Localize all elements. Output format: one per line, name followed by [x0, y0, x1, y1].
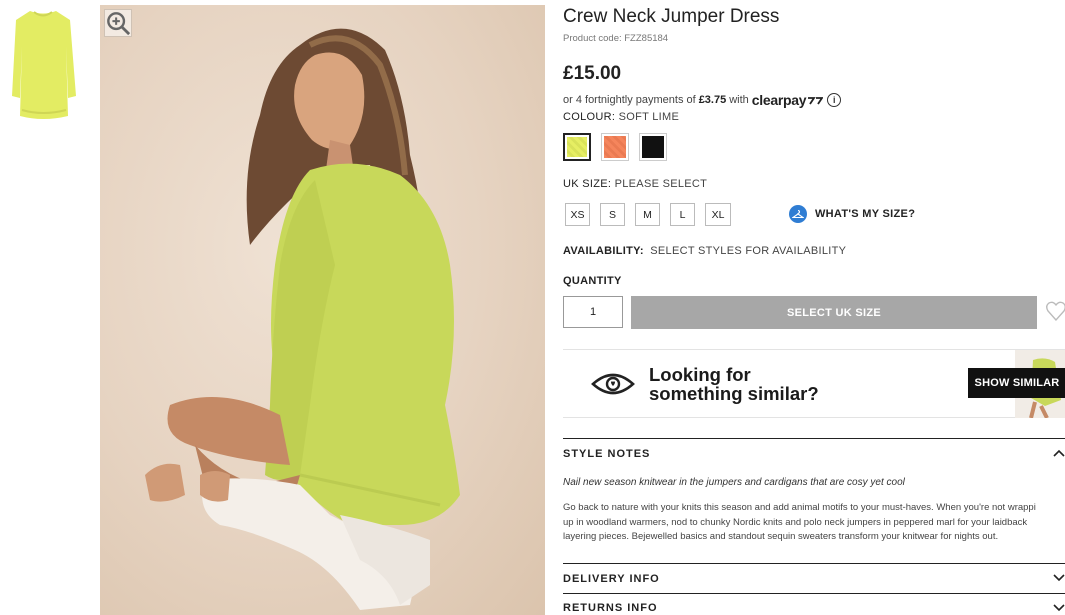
clearpay-with: with	[729, 94, 749, 106]
quantity-input[interactable]: 1	[563, 296, 623, 328]
size-option-m[interactable]: M	[635, 203, 660, 226]
availability-value: SELECT STYLES FOR AVAILABILITY	[650, 245, 847, 257]
colour-swatches	[563, 133, 667, 161]
swatch-black[interactable]	[639, 133, 667, 161]
swatch-soft-lime[interactable]	[563, 133, 591, 161]
availability-row: AVAILABILITY: SELECT STYLES FOR AVAILABI…	[563, 245, 846, 257]
size-label: UK SIZE: PLEASE SELECT	[563, 178, 707, 190]
availability-label: AVAILABILITY:	[563, 245, 644, 257]
product-details-panel: Crew Neck Jumper Dress Product code: FZZ…	[563, 0, 1065, 615]
info-icon[interactable]: i	[827, 93, 842, 107]
quantity-label: QUANTITY	[563, 275, 622, 287]
whats-my-size-link[interactable]: WHAT'S MY SIZE?	[789, 205, 915, 223]
similar-banner: Looking for something similar? SHOW SIMI…	[563, 349, 1065, 418]
style-notes-line-2: up in woodland warmers, nod to chunky No…	[563, 516, 1028, 528]
size-options: XS S M L XL	[565, 203, 731, 226]
chevron-up-icon	[1053, 449, 1065, 457]
delivery-info-header[interactable]: DELIVERY INFO	[563, 563, 1065, 593]
whats-my-size-text: WHAT'S MY SIZE?	[815, 208, 916, 220]
eye-icon	[591, 373, 635, 395]
returns-info-header[interactable]: RETURNS INFO	[563, 593, 1065, 615]
colour-label: COLOUR: SOFT LIME	[563, 111, 679, 123]
clearpay-amount: £3.75	[698, 94, 727, 106]
zoom-in-icon	[107, 12, 131, 36]
returns-info-heading: RETURNS INFO	[563, 602, 658, 614]
style-notes-body: Go back to nature with your knits this s…	[563, 501, 1065, 547]
clearpay-message: or 4 fortnightly payments of £3.75 with …	[563, 92, 842, 108]
thumbnail-image	[8, 6, 78, 123]
product-title: Crew Neck Jumper Dress	[563, 6, 780, 27]
similar-heading: Looking for something similar?	[649, 365, 819, 403]
clearpay-logo-text: clearpay	[751, 92, 807, 108]
similar-line-1: Looking for	[649, 364, 751, 385]
model-photo	[145, 28, 460, 610]
style-notes-line-3: layering pieces. Bejewelled basics and s…	[563, 531, 999, 542]
size-label-text: UK SIZE:	[563, 178, 612, 190]
chevron-down-icon	[1053, 574, 1065, 582]
style-notes-lead: Nail new season knitwear in the jumpers …	[563, 477, 905, 488]
product-main-image[interactable]	[100, 5, 545, 615]
zoom-button[interactable]	[104, 9, 132, 37]
swatch-coral[interactable]	[601, 133, 629, 161]
size-option-l[interactable]: L	[670, 203, 695, 226]
colour-value: SOFT LIME	[618, 111, 680, 123]
show-similar-button[interactable]: SHOW SIMILAR	[968, 368, 1065, 398]
product-thumbnail[interactable]	[8, 6, 78, 123]
size-value: PLEASE SELECT	[614, 178, 708, 190]
clearpay-prefix: or 4 fortnightly payments of	[563, 94, 696, 106]
style-notes-header[interactable]: STYLE NOTES	[563, 438, 1065, 468]
delivery-info-heading: DELIVERY INFO	[563, 572, 660, 585]
chevron-down-icon	[1053, 604, 1065, 612]
clearpay-arrows-icon	[808, 97, 824, 105]
size-option-xs[interactable]: XS	[565, 203, 590, 226]
product-price: £15.00	[563, 63, 622, 84]
clearpay-logo: clearpay	[751, 92, 824, 108]
wishlist-heart-icon[interactable]	[1045, 298, 1065, 324]
size-option-s[interactable]: S	[600, 203, 625, 226]
style-notes-heading: STYLE NOTES	[563, 447, 651, 460]
product-code: Product code: FZZ85184	[563, 33, 669, 44]
colour-label-text: COLOUR:	[563, 111, 616, 123]
size-option-xl[interactable]: XL	[705, 203, 731, 226]
select-size-button[interactable]: SELECT UK SIZE	[631, 296, 1037, 329]
style-notes-line-1: Go back to nature with your knits this s…	[563, 502, 1036, 513]
hanger-icon	[789, 205, 807, 223]
similar-line-2: something similar?	[649, 383, 819, 404]
